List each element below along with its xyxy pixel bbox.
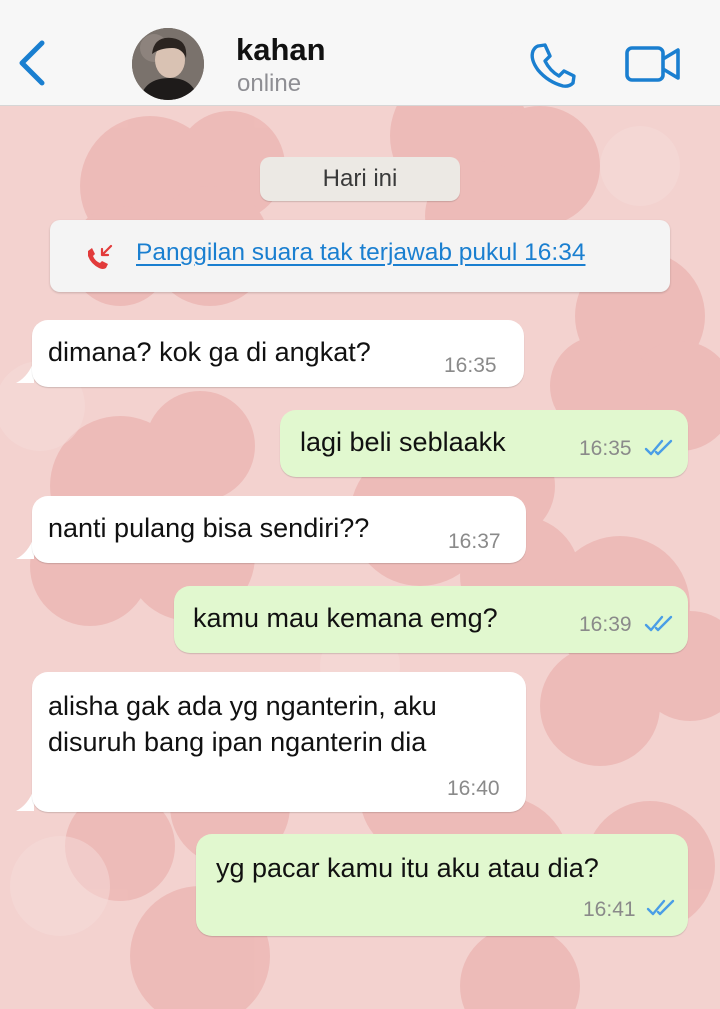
date-separator: Hari ini bbox=[260, 157, 460, 201]
missed-call-text[interactable]: Panggilan suara tak terjawab pukul 16:34 bbox=[136, 239, 585, 267]
read-ticks-icon bbox=[644, 439, 673, 456]
voice-call-button[interactable] bbox=[526, 40, 578, 90]
message-bubble-incoming[interactable]: dimana? kok ga di angkat? 16:35 bbox=[32, 320, 524, 387]
message-time: 16:35 bbox=[444, 354, 497, 377]
contact-status: online bbox=[237, 70, 302, 97]
contact-name[interactable]: kahan bbox=[236, 32, 326, 68]
missed-call-icon bbox=[88, 244, 113, 269]
phone-icon bbox=[530, 43, 576, 88]
video-camera-icon bbox=[625, 46, 680, 82]
message-text: yg pacar kamu itu aku atau dia? bbox=[216, 853, 599, 883]
read-ticks-icon bbox=[646, 899, 675, 916]
message-time: 16:41 bbox=[583, 898, 636, 921]
video-call-button[interactable] bbox=[624, 42, 682, 86]
message-time: 16:40 bbox=[447, 777, 500, 800]
read-ticks-icon bbox=[644, 615, 673, 632]
message-text: dimana? kok ga di angkat? bbox=[48, 337, 371, 367]
chevron-left-icon bbox=[19, 40, 45, 86]
message-time: 16:39 bbox=[579, 613, 632, 636]
message-bubble-outgoing[interactable]: kamu mau kemana emg? 16:39 bbox=[174, 586, 688, 653]
message-time: 16:35 bbox=[579, 437, 632, 460]
message-text-line: alisha gak ada yg nganterin, aku bbox=[48, 691, 437, 721]
message-text: lagi beli seblaakk bbox=[300, 427, 506, 457]
message-text-line: disuruh bang ipan nganterin dia bbox=[48, 727, 427, 757]
contact-avatar[interactable] bbox=[132, 28, 204, 100]
message-bubble-incoming[interactable]: alisha gak ada yg nganterin, aku disuruh… bbox=[32, 672, 526, 812]
message-bubble-outgoing[interactable]: yg pacar kamu itu aku atau dia? 16:41 bbox=[196, 834, 688, 936]
message-text: kamu mau kemana emg? bbox=[193, 603, 498, 633]
chat-header: kahan online bbox=[0, 0, 720, 106]
message-time: 16:37 bbox=[448, 530, 501, 553]
message-bubble-incoming[interactable]: nanti pulang bisa sendiri?? 16:37 bbox=[32, 496, 526, 563]
back-button[interactable] bbox=[14, 38, 54, 88]
missed-call-notice[interactable]: Panggilan suara tak terjawab pukul 16:34 bbox=[50, 220, 670, 292]
message-text: nanti pulang bisa sendiri?? bbox=[48, 513, 370, 543]
message-bubble-outgoing[interactable]: lagi beli seblaakk 16:35 bbox=[280, 410, 688, 477]
